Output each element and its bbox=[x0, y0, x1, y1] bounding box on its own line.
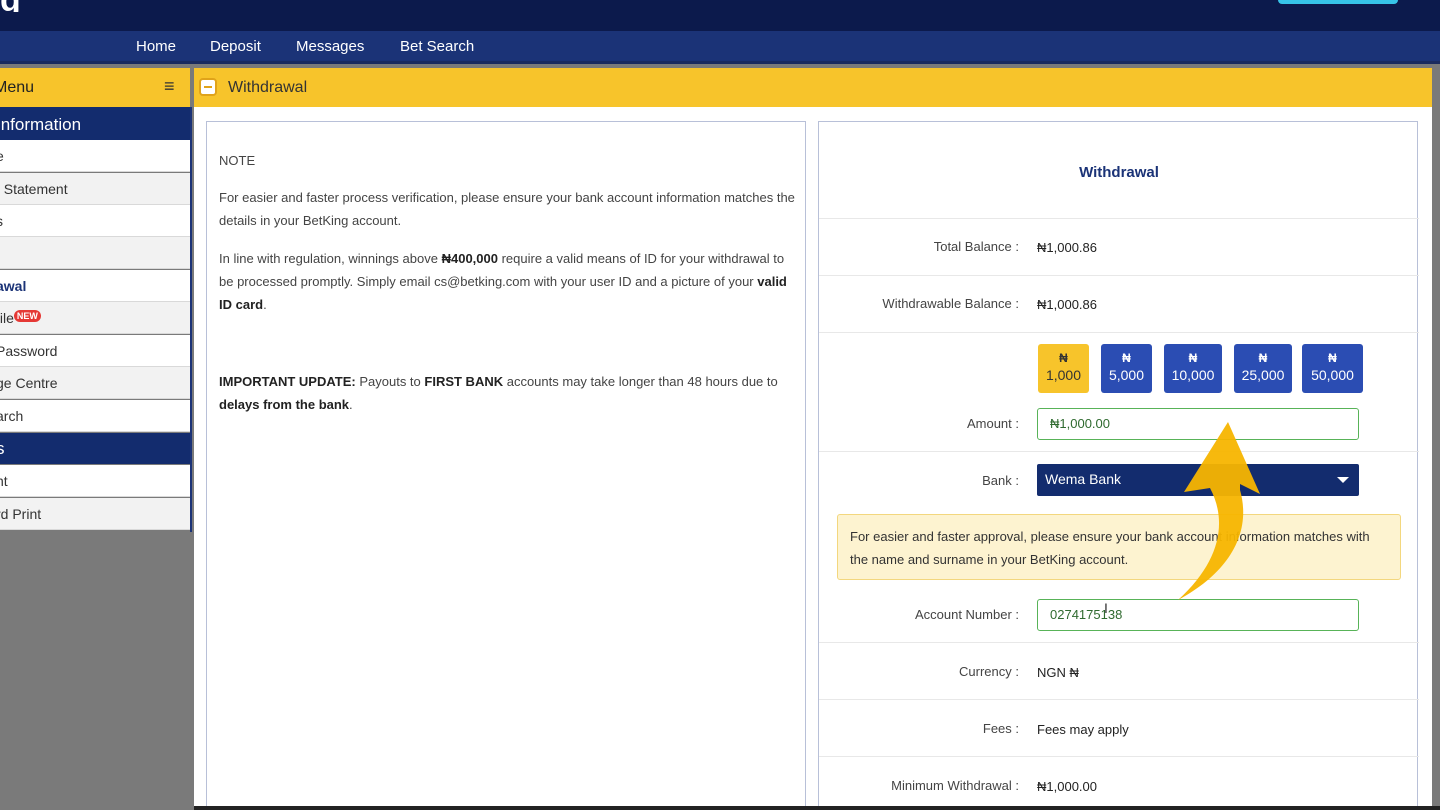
note-paragraph-1: For easier and faster process verificati… bbox=[219, 190, 795, 228]
bank-info-warning: For easier and faster approval, please e… bbox=[837, 514, 1401, 580]
main-nav: Home Deposit Messages Bet Search bbox=[0, 31, 1440, 64]
note-panel: NOTE For easier and faster process verif… bbox=[206, 121, 806, 810]
brand-logo[interactable]: g bbox=[0, 0, 60, 12]
quick-amount-50000[interactable]: ₦ 50,000 bbox=[1302, 344, 1363, 393]
page-title: Withdrawal bbox=[228, 79, 308, 96]
amount-label: Amount : bbox=[966, 416, 1019, 431]
account-number-label: Account Number : bbox=[914, 607, 1019, 622]
fees-label: Fees : bbox=[982, 721, 1019, 736]
sidebar: Information e t Statement s t awal fileN… bbox=[0, 107, 192, 810]
quick-amount-5000[interactable]: ₦ 5,000 bbox=[1101, 344, 1152, 393]
currency-value: NGN ₦ bbox=[1037, 665, 1079, 680]
sidebar-item-withdrawal[interactable]: awal bbox=[0, 270, 190, 302]
divider bbox=[819, 642, 1419, 643]
nav-deposit[interactable]: Deposit bbox=[210, 38, 261, 55]
minimum-withdrawal-value: ₦1,000.00 bbox=[1037, 779, 1097, 794]
divider bbox=[819, 275, 1419, 276]
withdrawable-balance-value: ₦1,000.86 bbox=[1037, 297, 1097, 312]
annotation-arrow-icon bbox=[1178, 422, 1260, 600]
divider bbox=[819, 756, 1419, 757]
form-title: Withdrawal bbox=[1079, 164, 1159, 181]
top-bar: g bbox=[0, 0, 1440, 31]
page-header: Withdrawal bbox=[194, 68, 1432, 107]
nav-bet-search[interactable]: Bet Search bbox=[400, 38, 474, 55]
sidebar-item-1[interactable]: e bbox=[0, 140, 190, 172]
bottom-edge bbox=[194, 806, 1440, 810]
new-badge: NEW bbox=[13, 310, 41, 322]
withdrawal-form: Withdrawal Total Balance : ₦1,000.86 Wit… bbox=[818, 121, 1419, 810]
sidebar-item-2-1[interactable]: nt bbox=[0, 465, 190, 497]
sidebar-border bbox=[190, 107, 192, 532]
note-paragraph-2: In line with regulation, winnings above … bbox=[219, 251, 787, 312]
divider bbox=[819, 218, 1419, 219]
quick-amount-1000[interactable]: ₦ 1,000 bbox=[1038, 344, 1089, 393]
fees-value: Fees may apply bbox=[1037, 722, 1129, 737]
sidebar-item-password[interactable]: Password bbox=[0, 335, 190, 367]
menu-header-label: Menu bbox=[0, 79, 35, 96]
sidebar-section-2: s bbox=[0, 433, 190, 464]
sidebar-item-3[interactable]: s bbox=[0, 205, 190, 237]
sidebar-item-2-2[interactable]: rd Print bbox=[0, 498, 190, 530]
sidebar-item-4[interactable]: t bbox=[0, 237, 190, 269]
nav-divider bbox=[0, 61, 1440, 64]
sidebar-section-information: Information bbox=[0, 107, 190, 140]
sidebar-item-statement[interactable]: t Statement bbox=[0, 173, 190, 205]
quick-amount-25000[interactable]: ₦ 25,000 bbox=[1234, 344, 1292, 393]
divider bbox=[819, 699, 1419, 700]
total-balance-label: Total Balance : bbox=[933, 239, 1019, 254]
note-heading: NOTE bbox=[219, 153, 256, 168]
nav-messages[interactable]: Messages bbox=[296, 38, 364, 55]
sidebar-item-bet-search[interactable]: arch bbox=[0, 400, 190, 432]
minimum-withdrawal-label: Minimum Withdrawal : bbox=[891, 778, 1019, 793]
nav-home[interactable]: Home bbox=[136, 38, 176, 55]
menu-header: Menu ≡ bbox=[0, 68, 190, 107]
currency-label: Currency : bbox=[959, 664, 1019, 679]
divider bbox=[819, 451, 1419, 452]
account-pill[interactable] bbox=[1278, 0, 1398, 4]
collapse-icon[interactable] bbox=[199, 78, 217, 96]
sidebar-item-profile[interactable]: fileNEW bbox=[0, 302, 190, 334]
important-update: IMPORTANT UPDATE: Payouts to FIRST BANK … bbox=[219, 374, 778, 412]
bank-label: Bank : bbox=[982, 473, 1019, 488]
sidebar-item-message-centre[interactable]: ge Centre bbox=[0, 367, 190, 399]
total-balance-value: ₦1,000.86 bbox=[1037, 240, 1097, 255]
hamburger-icon[interactable]: ≡ bbox=[164, 76, 175, 97]
quick-amount-10000[interactable]: ₦ 10,000 bbox=[1164, 344, 1222, 393]
divider bbox=[819, 332, 1419, 333]
withdrawable-balance-label: Withdrawable Balance : bbox=[882, 296, 1019, 311]
chevron-down-icon bbox=[1337, 477, 1349, 483]
text-cursor-icon: I bbox=[1104, 600, 1108, 616]
